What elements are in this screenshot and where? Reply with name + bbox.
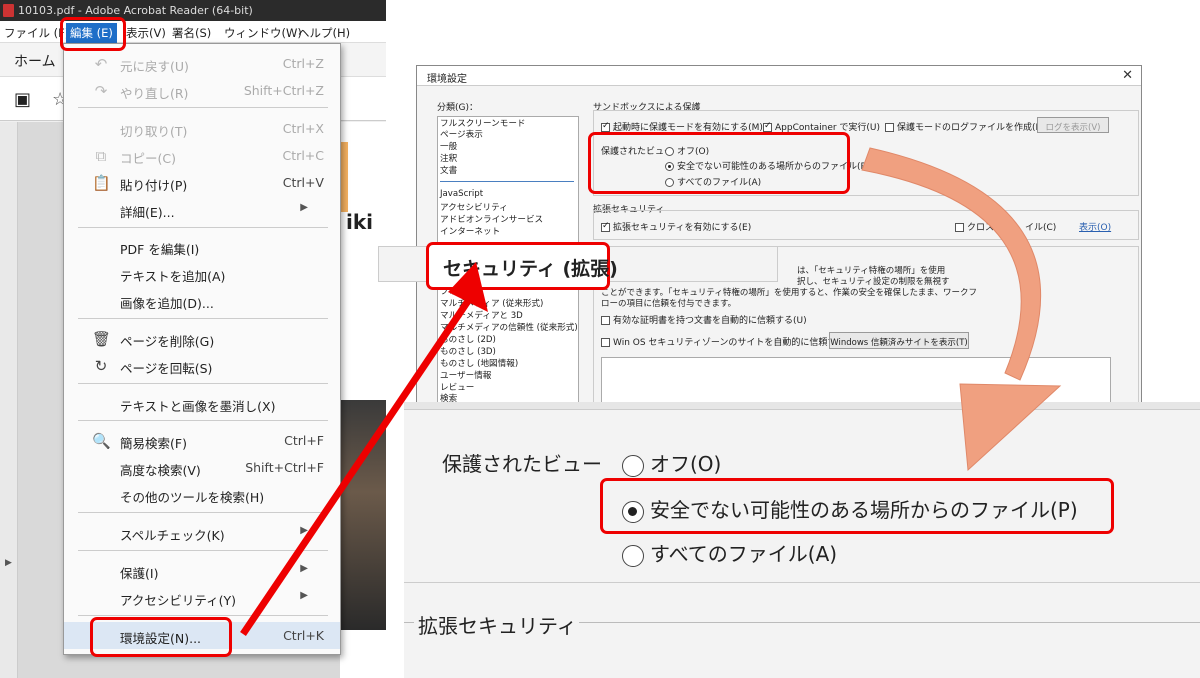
orange-arrow-head [959,383,1062,472]
orange-arrow-body [861,147,1042,381]
red-arrow-line [240,296,473,636]
annotation-arrows [240,147,1062,636]
